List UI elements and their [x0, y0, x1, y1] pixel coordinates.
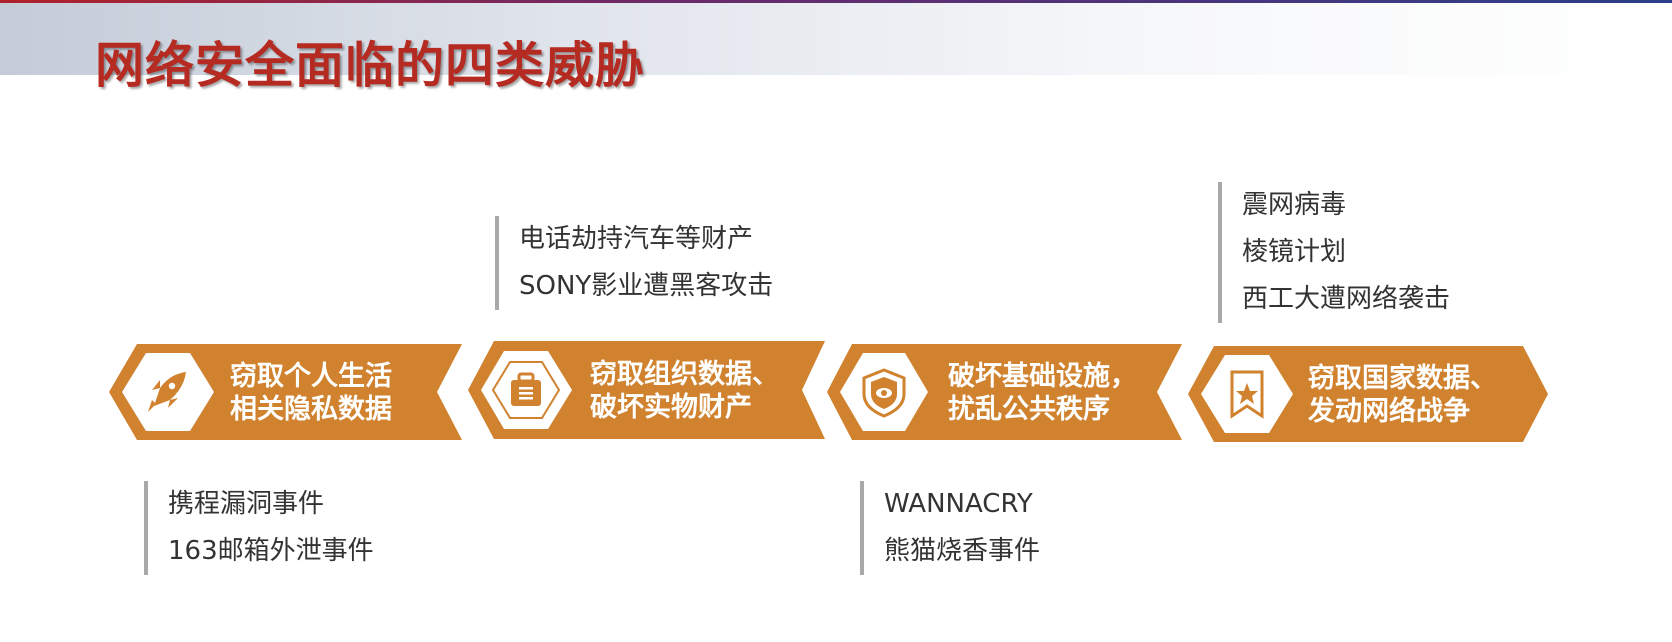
- step-4-line-1: 窃取国家数据、: [1308, 363, 1497, 394]
- step-1-line-2: 相关隐私数据: [230, 394, 392, 425]
- step-4-label: 窃取国家数据、 发动网络战争: [1308, 362, 1497, 428]
- example-item: WANNACRY: [884, 489, 1033, 519]
- step-1-line-1: 窃取个人生活: [230, 361, 392, 392]
- example-item: SONY影业遭黑客攻击: [519, 271, 774, 301]
- step-2-examples: 电话劫持汽车等财产 SONY影业遭黑客攻击: [495, 216, 773, 310]
- step-2-label: 窃取组织数据、 破坏实物财产: [590, 358, 779, 424]
- step-1-examples: 携程漏洞事件 163邮箱外泄事件: [144, 481, 374, 575]
- step-4-line-2: 发动网络战争: [1308, 396, 1470, 427]
- step-3-label: 破坏基础设施， 扰乱公共秩序: [948, 360, 1137, 426]
- example-item: 西工大遭网络袭击: [1242, 284, 1451, 314]
- step-2-line-1: 窃取组织数据、: [590, 359, 779, 390]
- step-1-label: 窃取个人生活 相关隐私数据: [230, 360, 392, 426]
- example-item: 携程漏洞事件: [168, 489, 325, 519]
- example-item: 熊猫烧香事件: [884, 536, 1041, 566]
- example-item: 电话劫持汽车等财产: [519, 224, 754, 254]
- example-item: 震网病毒: [1242, 190, 1347, 220]
- step-3-line-1: 破坏基础设施，: [948, 361, 1137, 392]
- example-item: 163邮箱外泄事件: [168, 536, 374, 566]
- step-4-examples: 震网病毒 棱镜计划 西工大遭网络袭击: [1218, 182, 1450, 323]
- step-3-line-2: 扰乱公共秩序: [948, 394, 1110, 425]
- example-item: 棱镜计划: [1242, 237, 1347, 267]
- step-3-examples: WANNACRY 熊猫烧香事件: [860, 481, 1040, 575]
- step-2-line-2: 破坏实物财产: [590, 392, 752, 423]
